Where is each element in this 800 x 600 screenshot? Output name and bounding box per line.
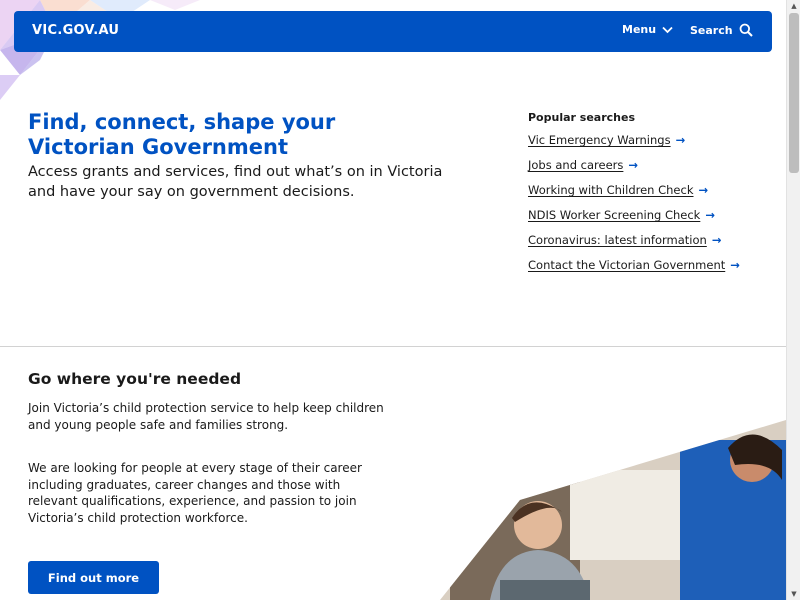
- list-item: NDIS Worker Screening Check →: [528, 207, 778, 224]
- link-label: Contact the Victorian Government: [528, 258, 726, 272]
- arrow-right-icon: →: [711, 233, 722, 247]
- link-jobs-and-careers[interactable]: Jobs and careers →: [528, 158, 638, 172]
- scroll-thumb[interactable]: [789, 13, 799, 173]
- find-out-more-button[interactable]: Find out more: [28, 561, 159, 594]
- popular-searches-heading: Popular searches: [528, 111, 635, 124]
- popular-searches-list: Vic Emergency Warnings → Jobs and careers…: [528, 132, 778, 274]
- list-item: Vic Emergency Warnings →: [528, 132, 778, 149]
- chevron-down-icon: [662, 26, 673, 33]
- hero-title: Find, connect, shape your Victorian Gove…: [28, 110, 336, 159]
- link-coronavirus-latest-information[interactable]: Coronavirus: latest information →: [528, 233, 721, 247]
- feature-paragraph-1: Join Victoria’s child protection service…: [28, 401, 384, 432]
- scroll-up-arrow-icon[interactable]: ▲: [787, 0, 800, 12]
- menu-button[interactable]: Menu: [622, 23, 673, 36]
- feature-photo: [440, 420, 786, 600]
- link-working-with-children-check[interactable]: Working with Children Check →: [528, 183, 708, 197]
- feature-paragraph-2: We are looking for people at every stage…: [28, 461, 362, 525]
- link-label: Working with Children Check: [528, 183, 694, 197]
- site-logo[interactable]: VIC.GOV.AU: [32, 23, 119, 38]
- hero-intro: Access grants and services, find out wha…: [28, 164, 443, 200]
- link-ndis-worker-screening-check[interactable]: NDIS Worker Screening Check →: [528, 208, 715, 222]
- menu-label: Menu: [622, 23, 657, 36]
- link-contact-victorian-government[interactable]: Contact the Victorian Government →: [528, 258, 740, 272]
- list-item: Jobs and careers →: [528, 157, 778, 174]
- link-vic-emergency-warnings[interactable]: Vic Emergency Warnings →: [528, 133, 685, 147]
- list-item: Working with Children Check →: [528, 182, 778, 199]
- page: VIC.GOV.AU Menu Search Find, connect, sh…: [0, 0, 786, 600]
- link-label: Vic Emergency Warnings: [528, 133, 671, 147]
- search-button[interactable]: Search: [690, 23, 753, 37]
- arrow-right-icon: →: [675, 133, 686, 147]
- vertical-scrollbar[interactable]: ▲ ▼: [786, 0, 800, 600]
- arrow-right-icon: →: [628, 158, 639, 172]
- search-label: Search: [690, 23, 733, 37]
- popular-searches: Popular searches Vic Emergency Warnings →…: [528, 111, 778, 282]
- site-header: VIC.GOV.AU Menu Search: [14, 11, 772, 52]
- link-label: NDIS Worker Screening Check: [528, 208, 701, 222]
- list-item: Contact the Victorian Government →: [528, 257, 778, 274]
- arrow-right-icon: →: [698, 183, 709, 197]
- search-icon: [739, 23, 753, 37]
- scroll-down-arrow-icon[interactable]: ▼: [787, 588, 800, 600]
- link-label: Coronavirus: latest information: [528, 233, 707, 247]
- arrow-right-icon: →: [705, 208, 715, 222]
- feature-title: Go where you're needed: [28, 370, 242, 388]
- section-divider: [0, 346, 786, 347]
- list-item: Coronavirus: latest information →: [528, 232, 778, 249]
- arrow-right-icon: →: [730, 258, 740, 272]
- link-label: Jobs and careers: [528, 158, 624, 172]
